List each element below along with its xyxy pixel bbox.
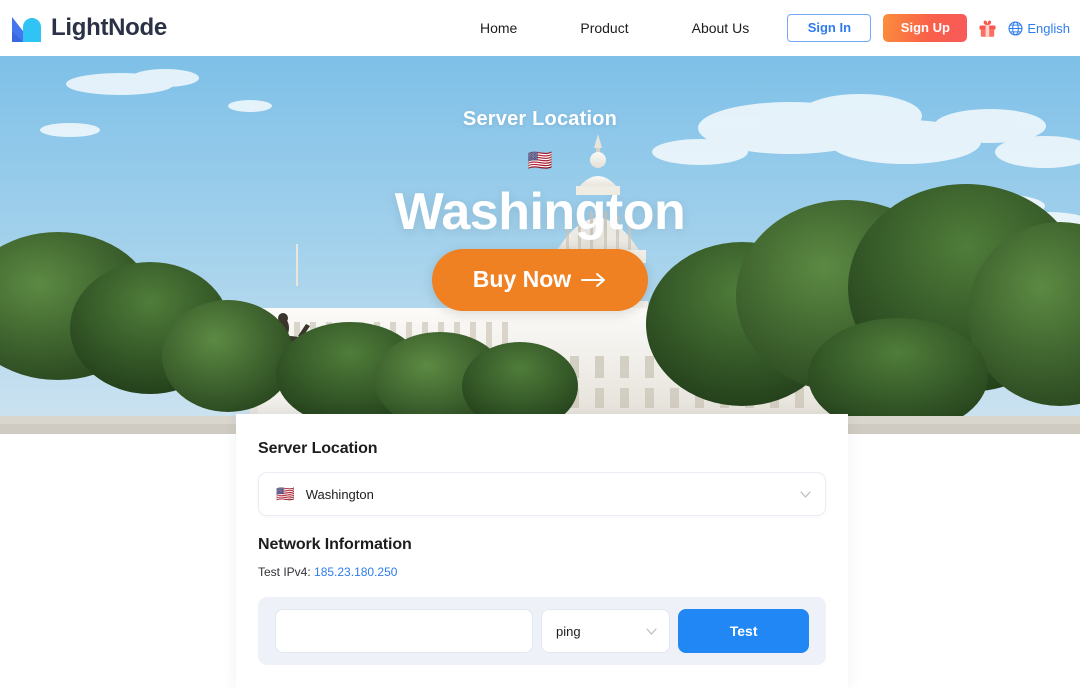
language-switcher[interactable]: English (1008, 21, 1070, 36)
server-location-select[interactable]: 🇺🇸 Washington (258, 472, 826, 516)
nav-item-home[interactable]: Home (480, 20, 517, 36)
hero-content: Server Location 🇺🇸 Washington Buy Now (0, 56, 1080, 434)
buy-now-label: Buy Now (472, 266, 572, 293)
globe-icon (1008, 20, 1023, 36)
hero-kicker: Server Location (462, 108, 618, 130)
sign-up-button[interactable]: Sign Up (883, 14, 968, 42)
server-location-value: Washington (305, 486, 374, 502)
arrow-right-icon (581, 272, 606, 287)
test-target-input[interactable] (275, 609, 534, 653)
test-method-select[interactable]: ping (541, 609, 671, 653)
buy-now-button[interactable]: Buy Now (432, 248, 648, 311)
sign-in-button[interactable]: Sign In (787, 14, 872, 42)
server-location-heading: Server Location (258, 440, 378, 457)
test-ipv4-value[interactable]: 185.23.180.250 (314, 565, 397, 579)
site-header: LightNode Home Product About Us Sign In … (0, 0, 1080, 56)
us-flag-icon: 🇺🇸 (276, 485, 295, 503)
language-label: English (1027, 20, 1070, 36)
hero-banner: Server Location 🇺🇸 Washington Buy Now (0, 56, 1080, 434)
chevron-down-icon (646, 627, 657, 635)
header-actions: Sign In Sign Up English (787, 14, 1070, 42)
chevron-down-icon (800, 490, 811, 498)
test-button[interactable]: Test (678, 609, 809, 653)
network-information-heading: Network Information (258, 536, 412, 553)
nav-item-about-us[interactable]: About Us (692, 20, 750, 36)
hero-title: Washington (394, 183, 686, 241)
hero-flag-icon: 🇺🇸 (527, 150, 553, 172)
brand-logo-link[interactable]: LightNode (10, 13, 167, 43)
nav-item-product[interactable]: Product (580, 20, 628, 36)
main-nav: Home Product About Us (480, 20, 749, 36)
lightnode-logo-icon (12, 17, 41, 42)
test-ipv4-line: Test IPv4: 185.23.180.250 (258, 565, 826, 579)
network-test-bar: ping Test (258, 597, 826, 665)
server-details-card: Server Location 🇺🇸 Washington Network In… (236, 414, 848, 688)
brand-name: LightNode (51, 14, 167, 41)
test-method-value: ping (556, 623, 581, 639)
test-ipv4-label: Test IPv4: (258, 565, 311, 579)
gift-icon[interactable] (979, 19, 996, 37)
